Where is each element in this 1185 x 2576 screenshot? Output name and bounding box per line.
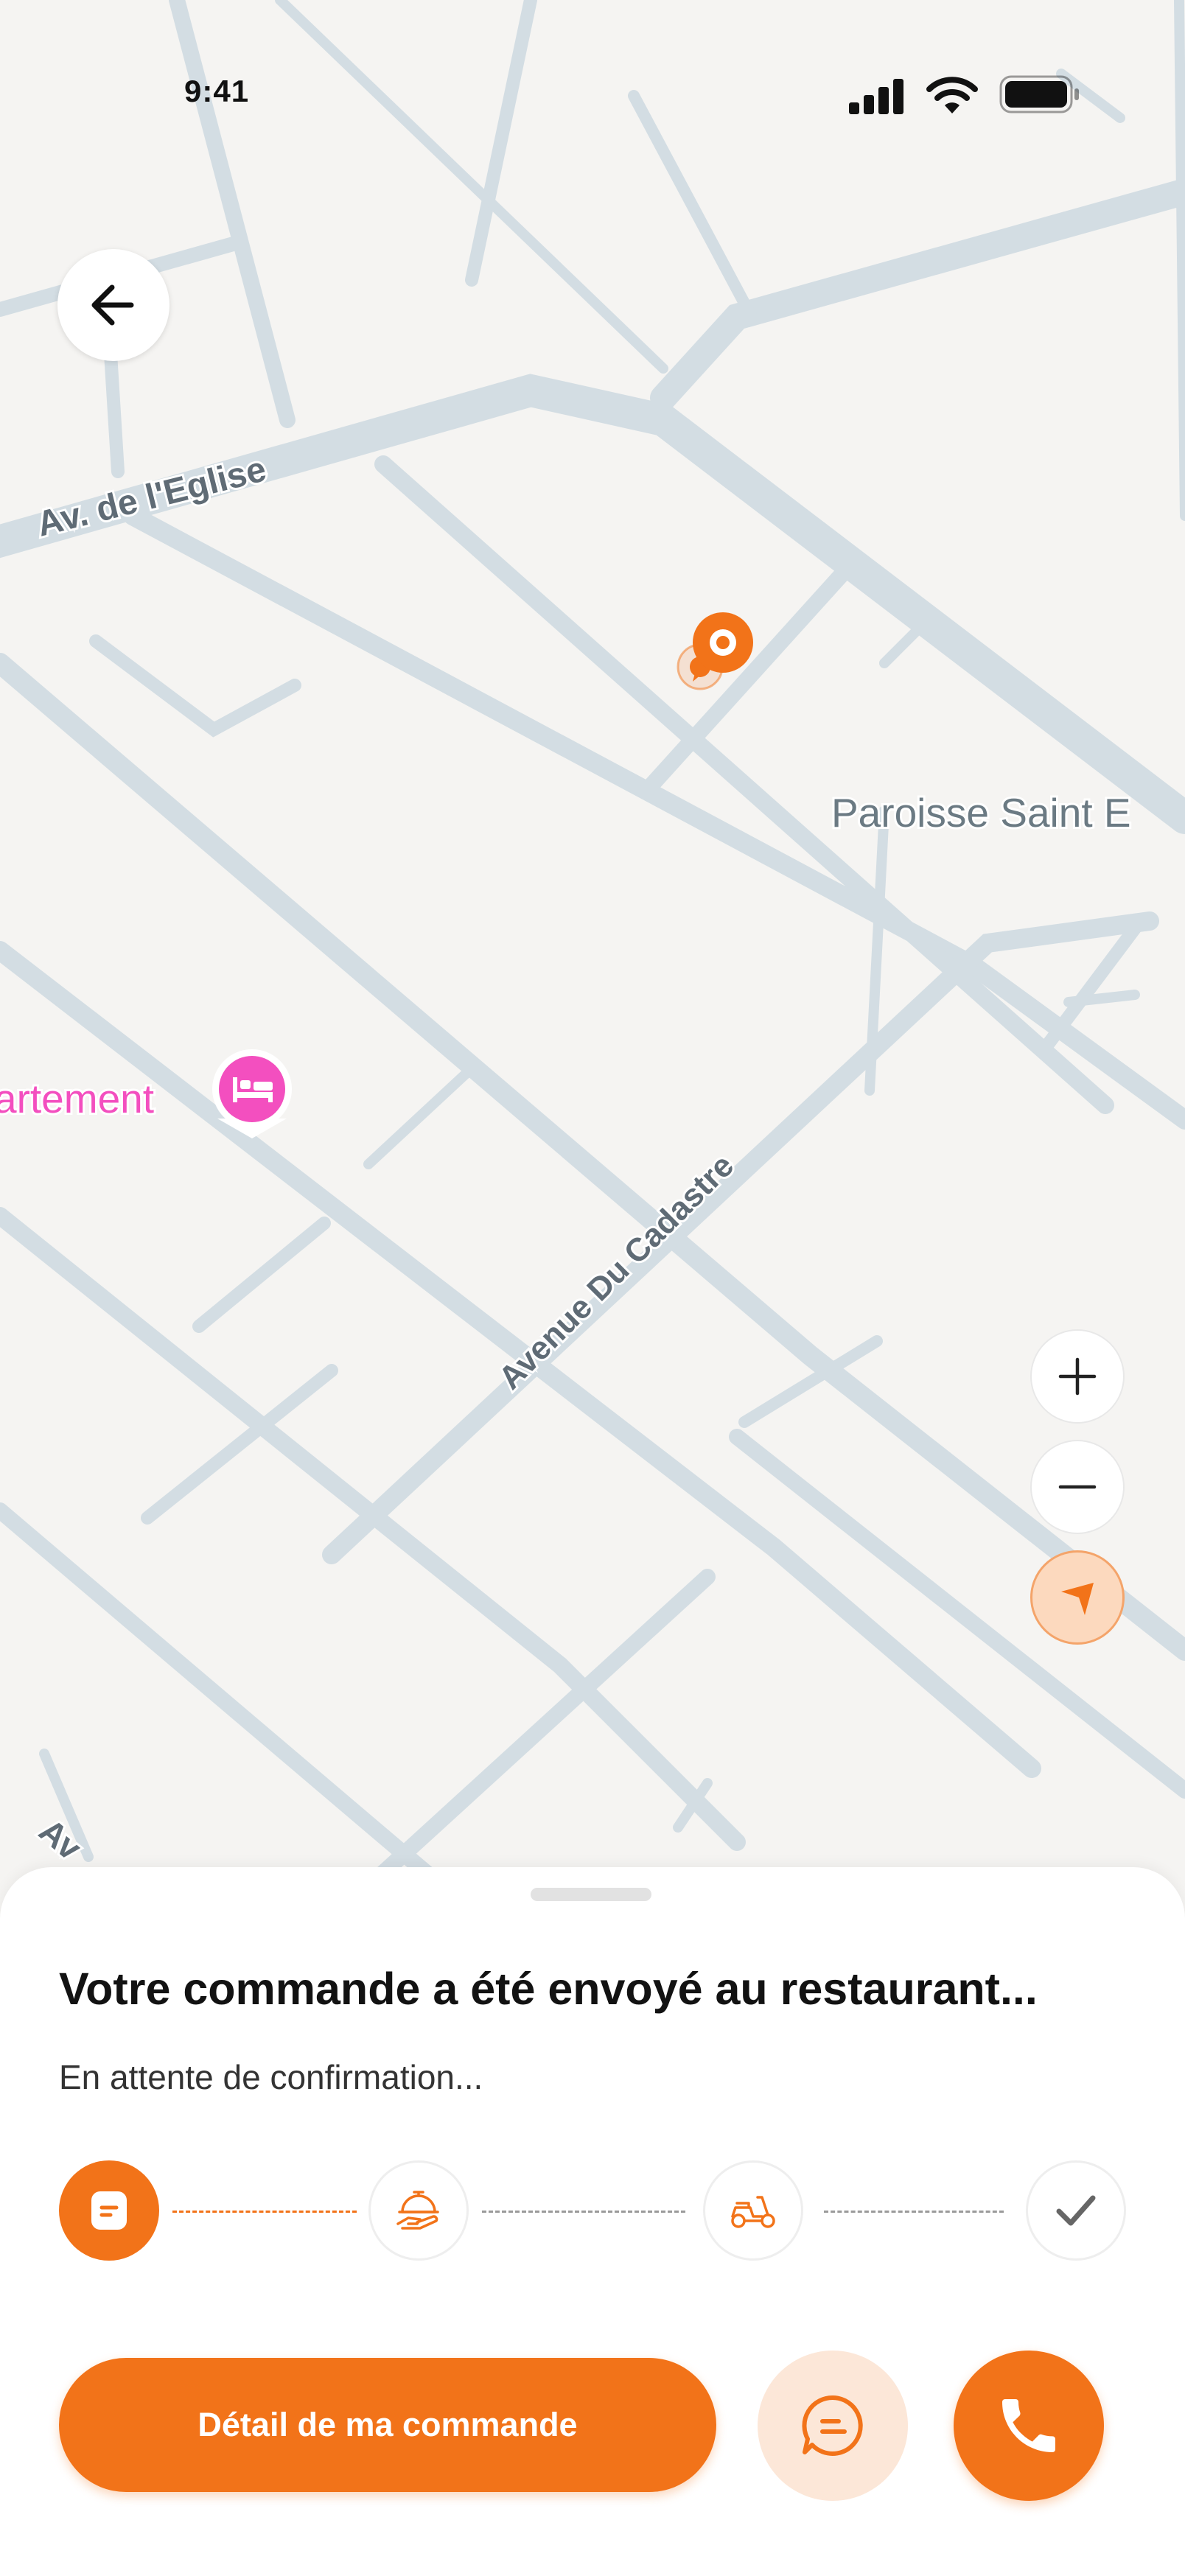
map-view[interactable]: Av. de l'Eglise Avenue Du Cadastre Av Pa… bbox=[0, 0, 1185, 1886]
progress-connector-2 bbox=[482, 2211, 685, 2213]
order-status-subtitle: En attente de confirmation... bbox=[59, 2058, 483, 2096]
progress-connector-3 bbox=[824, 2211, 1004, 2213]
message-button[interactable] bbox=[758, 2351, 908, 2501]
plus-icon bbox=[1058, 1357, 1097, 1396]
checkmark-icon bbox=[1056, 2195, 1096, 2226]
cellular-signal-icon bbox=[849, 79, 903, 114]
scooter-icon bbox=[731, 2196, 775, 2228]
cloche-icon bbox=[396, 2191, 439, 2230]
navigation-arrow-icon bbox=[1061, 1583, 1094, 1615]
order-detail-button-label: Détail de ma commande bbox=[198, 2406, 578, 2443]
minus-icon bbox=[1058, 1485, 1097, 1489]
order-status-title: Votre commande a été envoyé au restauran… bbox=[59, 1964, 1038, 2014]
step-order-sent bbox=[59, 2160, 159, 2261]
receipt-icon bbox=[91, 2191, 127, 2230]
chat-bubble-icon bbox=[802, 2395, 863, 2456]
battery-icon bbox=[999, 75, 1079, 113]
arrow-left-icon bbox=[91, 284, 134, 326]
zoom-in-button[interactable] bbox=[1030, 1329, 1125, 1424]
step-preparing bbox=[368, 2160, 469, 2261]
phone-icon bbox=[1002, 2399, 1055, 2452]
wifi-icon bbox=[926, 77, 978, 113]
order-status-sheet: Votre commande a été envoyé au restauran… bbox=[0, 1867, 1185, 2576]
order-detail-button[interactable]: Détail de ma commande bbox=[59, 2358, 716, 2492]
progress-connector-1 bbox=[172, 2211, 357, 2213]
call-button[interactable] bbox=[954, 2351, 1104, 2501]
back-button[interactable] bbox=[57, 249, 169, 361]
status-time: 9:41 bbox=[184, 74, 250, 108]
sheet-drag-handle[interactable] bbox=[531, 1888, 651, 1901]
step-delivering bbox=[703, 2160, 803, 2261]
step-delivered bbox=[1026, 2160, 1126, 2261]
poi-label-paroisse: Paroisse Saint E bbox=[831, 790, 1131, 836]
locate-me-button[interactable] bbox=[1030, 1550, 1125, 1645]
poi-label-appartement: artement bbox=[0, 1076, 154, 1121]
zoom-out-button[interactable] bbox=[1030, 1440, 1125, 1534]
